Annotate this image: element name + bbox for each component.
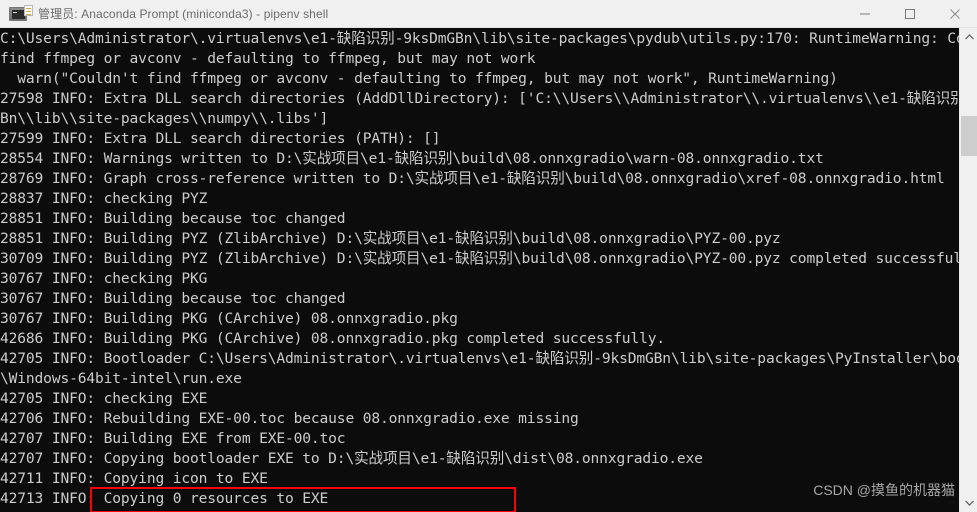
console-line: 42707 INFO: Copying bootloader EXE to D:…: [0, 450, 703, 467]
console-window: 管理员: Anaconda Prompt (miniconda3) - pipe…: [0, 0, 977, 512]
console-line: 42707 INFO: Building EXE from EXE-00.toc: [0, 430, 346, 447]
scrollbar-thumb[interactable]: [961, 116, 977, 156]
minimize-button[interactable]: [842, 0, 887, 28]
console-line: 28851 INFO: Building PYZ (ZlibArchive) D…: [0, 230, 781, 247]
scroll-up-arrow-icon[interactable]: [960, 28, 977, 46]
console-line: 30767 INFO: checking PKG: [0, 270, 208, 287]
console-line: 27598 INFO: Extra DLL search directories…: [0, 90, 959, 107]
console-line: 30709 INFO: Building PYZ (ZlibArchive) D…: [0, 250, 959, 267]
console-line: 27599 INFO: Extra DLL search directories…: [0, 130, 441, 147]
window-titlebar[interactable]: 管理员: Anaconda Prompt (miniconda3) - pipe…: [0, 0, 977, 28]
console-line: Bn\\lib\\site-packages\\numpy\\.libs']: [0, 110, 329, 127]
window-title: 管理员: Anaconda Prompt (miniconda3) - pipe…: [38, 7, 329, 21]
console-line: 30767 INFO: Building PKG (CArchive) 08.o…: [0, 310, 458, 327]
watermark-text: CSDN @摸鱼的机器猫: [813, 482, 955, 498]
scroll-down-arrow-icon[interactable]: [960, 494, 977, 512]
clipboard-icon: [24, 4, 33, 16]
window-icon-container[interactable]: [0, 0, 36, 28]
console-line: C:\Users\Administrator\.virtualenvs\e1-缺…: [0, 30, 959, 47]
console-line: find ffmpeg or avconv - defaulting to ff…: [0, 50, 536, 67]
console-line: 30767 INFO: Building because toc changed: [0, 290, 346, 307]
console-output-area[interactable]: C:\Users\Administrator\.virtualenvs\e1-缺…: [0, 28, 959, 512]
console-line: 28769 INFO: Graph cross-reference writte…: [0, 170, 945, 187]
maximize-button[interactable]: [887, 0, 932, 28]
console-line: warn("Couldn't find ffmpeg or avconv - d…: [0, 70, 838, 87]
scrollbar-track[interactable]: [960, 46, 977, 494]
console-line: 42705 INFO: checking EXE: [0, 390, 208, 407]
vertical-scrollbar[interactable]: [959, 28, 977, 512]
console-line: \Windows-64bit-intel\run.exe: [0, 370, 242, 387]
console-line: 28554 INFO: Warnings written to D:\实战项目\…: [0, 150, 824, 167]
console-line: 42705 INFO: Bootloader C:\Users\Administ…: [0, 350, 959, 367]
window-controls: [842, 0, 977, 28]
console-line: 42706 INFO: Rebuilding EXE-00.toc becaus…: [0, 410, 579, 427]
console-line: 28851 INFO: Building because toc changed: [0, 210, 346, 227]
console-line: 28837 INFO: checking PYZ: [0, 190, 208, 207]
console-line: 42686 INFO: Building PKG (CArchive) 08.o…: [0, 330, 665, 347]
console-line-list: C:\Users\Administrator\.virtualenvs\e1-缺…: [0, 29, 959, 512]
close-button[interactable]: [932, 0, 977, 28]
